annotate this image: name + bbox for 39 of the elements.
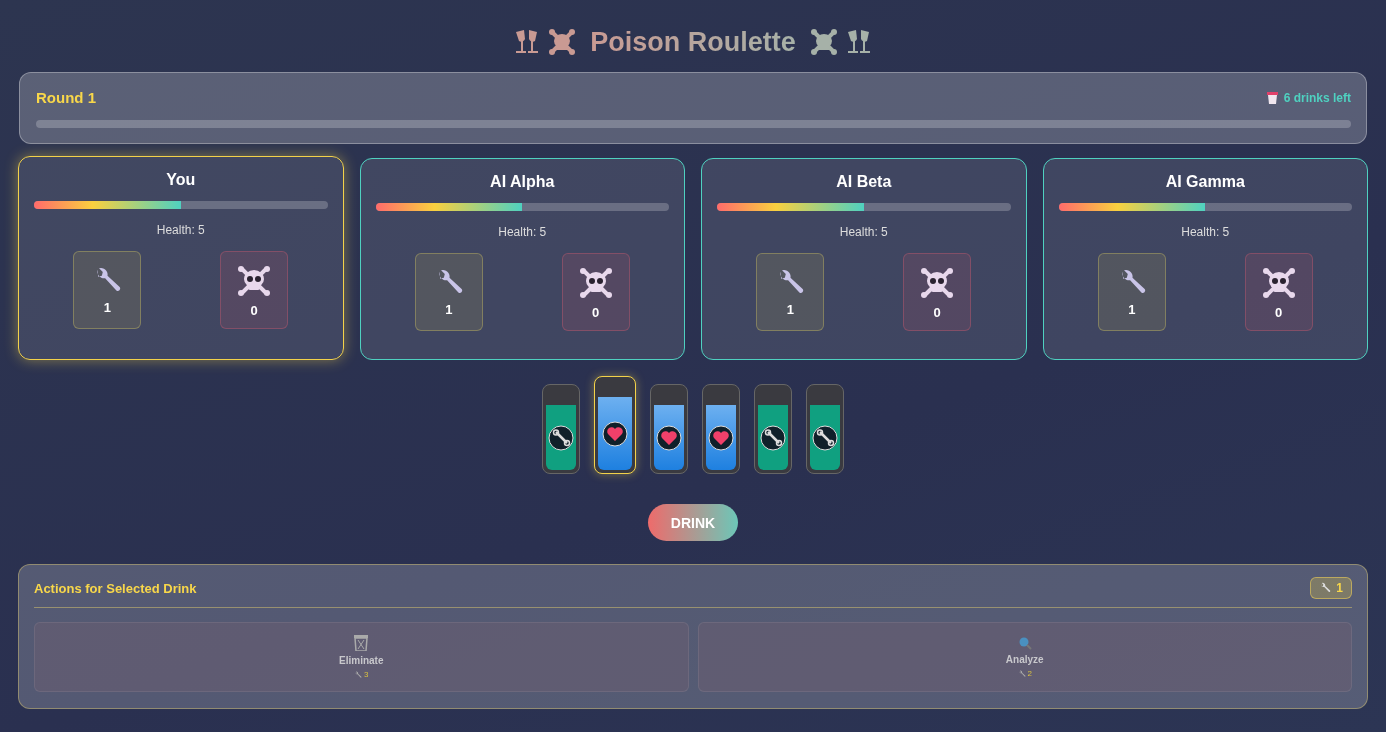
glasses-icon bbox=[514, 28, 541, 56]
health-label: Health: 5 bbox=[839, 225, 888, 239]
round-label: Round 1 bbox=[36, 89, 96, 106]
wrench-icon bbox=[812, 424, 838, 451]
drinks-left: 6 drinks left bbox=[1283, 90, 1351, 105]
tool-counter: 1 bbox=[73, 251, 142, 329]
search-icon bbox=[1017, 636, 1032, 650]
glasses-icon bbox=[845, 28, 872, 56]
wrench-icon bbox=[1319, 582, 1332, 594]
skull-crossbones-icon bbox=[809, 28, 838, 56]
poison-counter: 0 bbox=[903, 253, 972, 331]
poison-counter: 0 bbox=[1244, 253, 1313, 331]
tool-counter: 1 bbox=[756, 253, 825, 331]
wrench-icon bbox=[760, 424, 786, 451]
player-name: AI Beta bbox=[836, 173, 892, 191]
poison-counter: 0 bbox=[220, 251, 289, 329]
player-name: You bbox=[166, 171, 196, 189]
health-label: Health: 5 bbox=[1181, 225, 1230, 239]
wrench-icon bbox=[354, 670, 362, 679]
health-label: Health: 5 bbox=[498, 225, 547, 239]
player-name: AI Alpha bbox=[490, 173, 555, 191]
health-label: Health: 5 bbox=[156, 223, 205, 237]
wastebasket-icon bbox=[354, 635, 369, 651]
poison-counter: 0 bbox=[561, 253, 630, 331]
cup-icon bbox=[1266, 91, 1278, 104]
drink-vial[interactable] bbox=[702, 384, 740, 474]
tool-counter: 1 bbox=[414, 253, 483, 331]
skull-crossbones-icon bbox=[548, 28, 577, 56]
player-name: AI Gamma bbox=[1165, 173, 1245, 191]
tool-counter: 1 bbox=[1097, 253, 1166, 331]
wrench-icon bbox=[1017, 669, 1026, 678]
drink-vial[interactable] bbox=[806, 384, 844, 474]
drink-vial[interactable] bbox=[754, 384, 792, 474]
tool-count-badge: 1 bbox=[1310, 577, 1352, 599]
drink-button[interactable]: DRINK bbox=[648, 504, 738, 541]
drink-vial[interactable] bbox=[542, 384, 580, 474]
wrench-icon bbox=[548, 424, 574, 451]
actions-title: Actions for Selected Drink bbox=[34, 580, 197, 596]
drink-vial[interactable] bbox=[650, 384, 688, 474]
